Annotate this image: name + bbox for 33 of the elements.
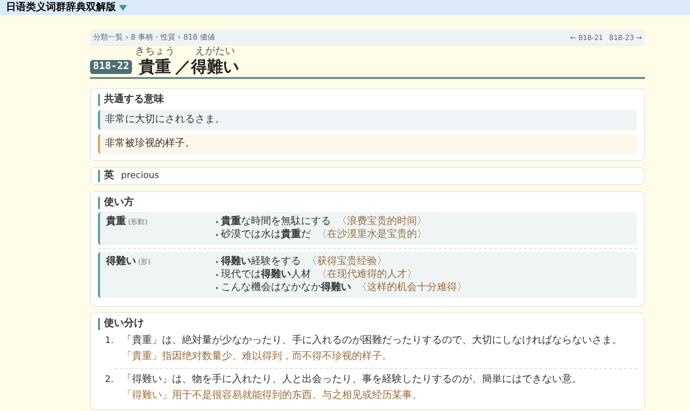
entry-code-badge: 818-22 [90,60,132,74]
example-sentence: 砂漠では水は貴重だ [221,229,311,241]
list-number: 2. [105,374,115,387]
dropdown-triangle-icon[interactable] [119,4,127,10]
section-heading: 共通する意味 [98,94,637,106]
japanese-explanation: 「得難い」は、物を手に入れたり、人と出会ったり、事を経験したりするのが、簡単にはできない意。 [122,373,582,387]
japanese-explanation: 「貴重」は、絶対量が少なかったり、手に入れるのが困難だったりするので、大切にしなければならないさま。 [122,334,622,348]
section-heading: 使い方 [98,197,637,209]
headword: 貴重 [106,216,126,228]
example-sentence: 貴重な時間を無駄にする [221,216,331,228]
english-label: 英 [98,170,114,182]
entry-title: ／ [175,57,192,76]
entry-title: 貴重 [139,57,172,76]
example-translation: 〈在沙漠里水是宝贵的〉 [317,229,427,241]
english-word: precious [121,170,160,182]
entry-title: 得難い [191,57,240,76]
section-heading: 使い分け [98,318,637,330]
furigana: きちょう [135,47,176,57]
japanese-definition: 非常に大切にされるさま。 [98,110,637,130]
example-sentence: 現代では得難い人材 [221,269,311,281]
chinese-explanation: 「得難い」用于不是很容易就能得到的东西、与之相见或经历某事。 [122,389,423,403]
chinese-definition: 非常被珍视的样子。 [98,134,637,154]
example-sentence: 得難い経験をする [221,256,301,268]
headword: 得難い [106,256,136,268]
chinese-explanation: 「貴重」指因绝对数量少、难以得到，而不得不珍视的样子。 [122,350,393,364]
furigana: えがたい [195,47,236,57]
example-sentence: こんな機会はなかなか得難い [221,282,351,294]
example-translation: 〈浪费宝贵的时间〉 [337,216,427,228]
example-translation: 〈获得宝贵经验〉 [307,256,387,268]
app-title: 日语类义词群辞典双解版 [6,2,116,14]
list-number: 1. [105,335,115,348]
example-translation: 〈这样的机会十分难得〉 [357,282,467,294]
example-translation: 〈在现代难得的人才〉 [317,269,417,281]
